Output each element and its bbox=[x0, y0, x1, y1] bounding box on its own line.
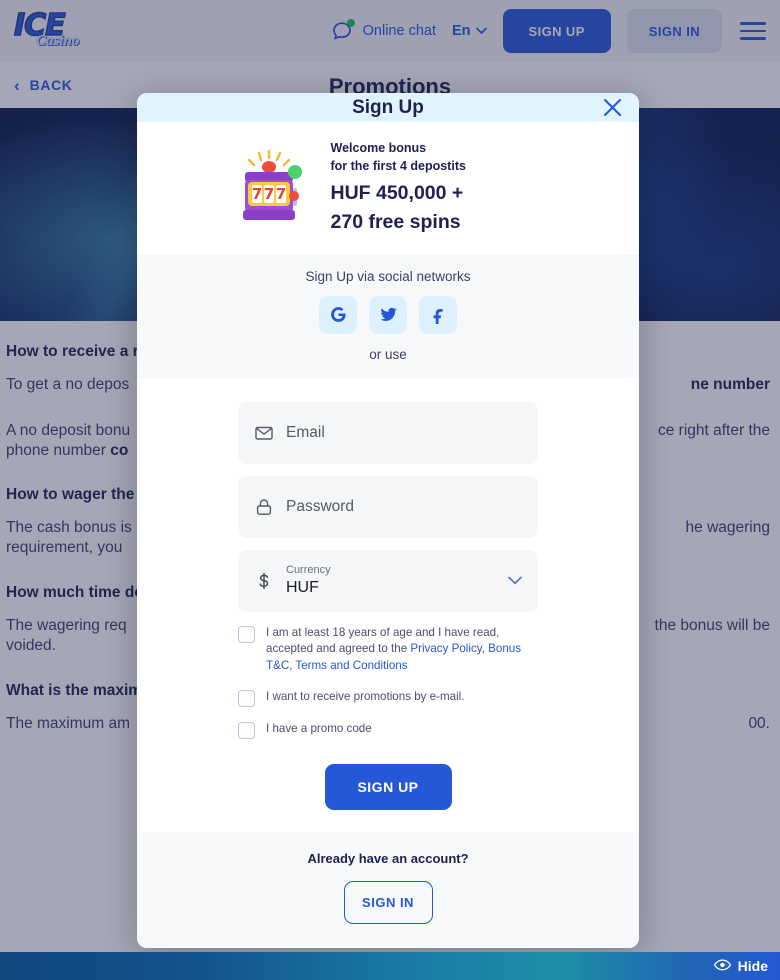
social-signup-section: Sign Up via social networks or use bbox=[137, 254, 639, 378]
modal-footer: Already have an account? SIGN IN bbox=[137, 832, 639, 948]
envelope-icon bbox=[254, 423, 274, 443]
hide-button[interactable]: Hide bbox=[713, 958, 780, 974]
bonus-amount-line-1: HUF 450,000 + bbox=[330, 181, 464, 204]
screen-root: ICE Casino Online chat En SIGN UP SIGN I… bbox=[0, 0, 780, 980]
hide-label: Hide bbox=[737, 958, 768, 974]
twitter-icon[interactable] bbox=[369, 295, 407, 334]
email-field[interactable]: Email bbox=[238, 401, 538, 464]
svg-text:7: 7 bbox=[263, 185, 273, 203]
promo-code-label: I have a promo code bbox=[266, 722, 372, 735]
google-icon[interactable] bbox=[319, 295, 357, 334]
or-use-label: or use bbox=[369, 346, 407, 362]
signup-submit-button[interactable]: SIGN UP bbox=[324, 764, 452, 810]
password-placeholder: Password bbox=[286, 497, 355, 515]
social-signup-label: Sign Up via social networks bbox=[305, 268, 471, 284]
promo-code-row[interactable]: I have a promo code bbox=[238, 721, 538, 739]
status-bar: Hide bbox=[0, 952, 780, 980]
submit-area: SIGN UP bbox=[238, 753, 538, 832]
svg-text:7: 7 bbox=[275, 185, 285, 203]
promo-code-checkbox[interactable] bbox=[238, 722, 255, 739]
promo-email-checkbox[interactable] bbox=[238, 690, 255, 707]
modal-title: Sign Up bbox=[352, 96, 424, 118]
terms-conditions-link[interactable]: Terms and Conditions bbox=[295, 659, 407, 672]
age-consent-checkbox[interactable] bbox=[238, 625, 255, 643]
social-buttons bbox=[137, 295, 639, 334]
signup-form: Email Password Currency HUF I am at leas… bbox=[137, 377, 639, 832]
signup-modal: Sign Up 7 7 7 Welcome bonus for the firs… bbox=[137, 93, 639, 948]
currency-label: Currency bbox=[286, 564, 331, 577]
welcome-bonus-banner: 7 7 7 Welcome bonus for the first 4 depo… bbox=[137, 122, 639, 255]
bonus-text-block: Welcome bonus for the first 4 depostits … bbox=[331, 140, 546, 234]
email-placeholder: Email bbox=[286, 423, 325, 441]
bonus-amount-line-2: 270 free spins bbox=[330, 211, 461, 234]
bonus-line-2: for the first 4 depostits bbox=[330, 159, 466, 174]
eye-icon bbox=[713, 958, 731, 974]
close-icon[interactable] bbox=[599, 95, 625, 121]
footer-signin-button[interactable]: SIGN IN bbox=[343, 881, 433, 924]
lock-icon bbox=[254, 497, 274, 517]
chevron-down-icon[interactable] bbox=[508, 572, 522, 590]
modal-header: Sign Up bbox=[137, 93, 639, 123]
svg-text:7: 7 bbox=[251, 185, 261, 203]
currency-select[interactable]: Currency HUF bbox=[238, 549, 538, 612]
currency-value: HUF bbox=[286, 578, 319, 596]
promo-email-row[interactable]: I want to receive promotions by e-mail. bbox=[238, 689, 538, 707]
facebook-icon[interactable] bbox=[419, 295, 457, 334]
promo-email-label: I want to receive promotions by e-mail. bbox=[266, 690, 465, 703]
consent-checkboxes: I am at least 18 years of age and I have… bbox=[238, 625, 538, 739]
age-consent-row[interactable]: I am at least 18 years of age and I have… bbox=[238, 625, 538, 675]
bonus-line-1: Welcome bonus bbox=[330, 141, 427, 156]
age-consent-label: I am at least 18 years of age and I have… bbox=[266, 625, 538, 675]
currency-texts: Currency HUF bbox=[286, 564, 331, 597]
already-account-label: Already have an account? bbox=[307, 851, 469, 866]
privacy-policy-link[interactable]: Privacy Policy bbox=[410, 642, 481, 655]
dollar-icon bbox=[254, 571, 274, 591]
slot-machine-icon: 7 7 7 bbox=[231, 148, 311, 226]
password-field[interactable]: Password bbox=[238, 475, 538, 538]
